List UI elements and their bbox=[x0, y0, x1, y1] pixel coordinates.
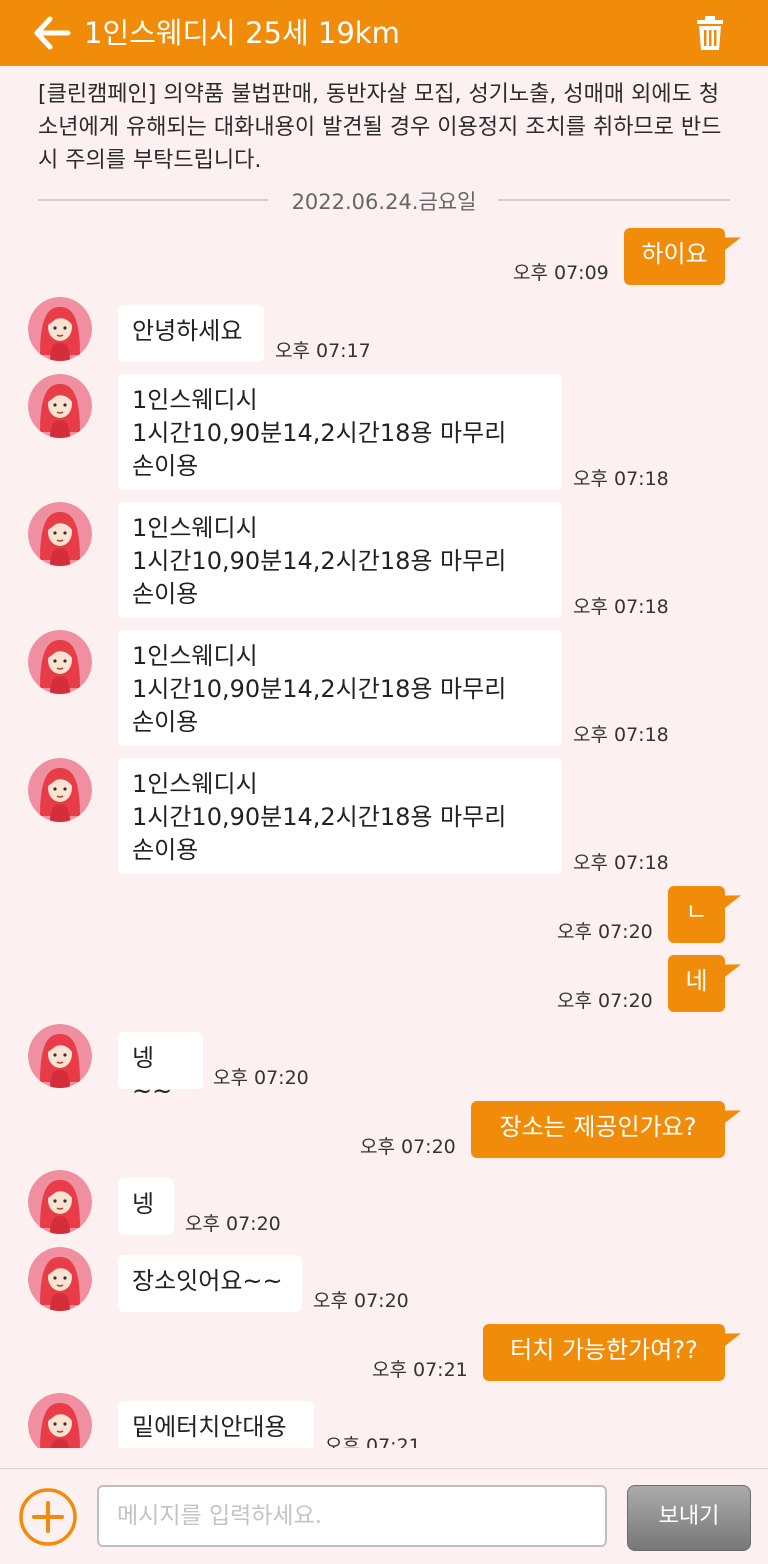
message-bubble-in[interactable]: 장소잇어요~~ bbox=[118, 1255, 302, 1312]
message-bubble-in[interactable]: 넹~~ bbox=[118, 1032, 203, 1105]
avatar[interactable] bbox=[28, 1170, 92, 1234]
message-bubble-out[interactable]: 네 bbox=[668, 955, 725, 1012]
arrow-left-icon bbox=[34, 16, 71, 50]
girl-avatar-icon bbox=[28, 1393, 92, 1448]
avatar[interactable] bbox=[28, 758, 92, 822]
attach-button[interactable] bbox=[18, 1487, 78, 1547]
girl-avatar-icon bbox=[28, 630, 92, 694]
trash-icon bbox=[697, 16, 723, 50]
message-time: 오후 07:20 bbox=[185, 1213, 281, 1235]
message-bubble-in[interactable]: 1인스웨디시 1시간10,90분14,2시간18용 마무리 손이용 bbox=[118, 502, 562, 618]
message-time: 오후 07:09 bbox=[513, 262, 609, 284]
message-bubble-out[interactable]: 하이요 bbox=[624, 228, 725, 285]
girl-avatar-icon bbox=[28, 374, 92, 438]
message-time: 오후 07:21 bbox=[325, 1435, 421, 1448]
message-time: 오후 07:18 bbox=[573, 596, 669, 618]
send-button[interactable]: 보내기 bbox=[627, 1485, 751, 1551]
message-time: 오후 07:18 bbox=[573, 724, 669, 746]
back-button[interactable] bbox=[30, 13, 74, 53]
delete-button[interactable] bbox=[692, 14, 728, 52]
message-bubble-in[interactable]: 1인스웨디시 1시간10,90분14,2시간18용 마무리 손이용 bbox=[118, 758, 562, 874]
message-bubble-in[interactable]: 1인스웨디시 1시간10,90분14,2시간18용 마무리 손이용 bbox=[118, 374, 562, 490]
plus-circle-icon bbox=[19, 1488, 77, 1546]
avatar[interactable] bbox=[28, 1247, 92, 1311]
message-time: 오후 07:20 bbox=[557, 990, 653, 1012]
message-time: 오후 07:18 bbox=[573, 468, 669, 490]
avatar[interactable] bbox=[28, 1393, 92, 1448]
girl-avatar-icon bbox=[28, 1170, 92, 1234]
message-bubble-out[interactable]: 터치 가능한가여?? bbox=[483, 1324, 725, 1381]
message-time: 오후 07:21 bbox=[372, 1359, 468, 1381]
clean-campaign-notice: [클린캠페인] 의약품 불법판매, 동반자살 모집, 성기노출, 성매매 외에도… bbox=[38, 82, 722, 173]
header-bar: 1인스웨디시 25세 19km bbox=[0, 0, 768, 66]
message-time: 오후 07:17 bbox=[275, 340, 371, 362]
avatar[interactable] bbox=[28, 374, 92, 438]
message-time: 오후 07:20 bbox=[213, 1067, 309, 1089]
avatar[interactable] bbox=[28, 630, 92, 694]
message-bubble-in[interactable]: 1인스웨디시 1시간10,90분14,2시간18용 마무리 손이용 bbox=[118, 630, 562, 746]
avatar[interactable] bbox=[28, 297, 92, 361]
girl-avatar-icon bbox=[28, 502, 92, 566]
avatar[interactable] bbox=[28, 1024, 92, 1088]
message-bubble-out[interactable]: 장소는 제공인가요? bbox=[471, 1101, 725, 1158]
girl-avatar-icon bbox=[28, 758, 92, 822]
message-list[interactable]: 하이요 오후 07:09 안녕하세요 오후 07:17 1인스웨디시 1시간10… bbox=[0, 206, 768, 1448]
girl-avatar-icon bbox=[28, 297, 92, 361]
message-bubble-in[interactable]: 안녕하세요 bbox=[118, 305, 264, 362]
message-bubble-in[interactable]: 넹 bbox=[118, 1178, 174, 1235]
message-bubble-out[interactable]: ㄴ bbox=[668, 886, 725, 943]
girl-avatar-icon bbox=[28, 1024, 92, 1088]
message-time: 오후 07:20 bbox=[360, 1136, 456, 1158]
message-input[interactable] bbox=[97, 1485, 607, 1547]
composer-bar: 보내기 bbox=[0, 1468, 768, 1564]
chat-title: 1인스웨디시 25세 19km bbox=[84, 16, 400, 50]
girl-avatar-icon bbox=[28, 1247, 92, 1311]
message-time: 오후 07:20 bbox=[557, 921, 653, 943]
message-bubble-in[interactable]: 밑에터치안대용 bbox=[118, 1401, 314, 1448]
message-time: 오후 07:20 bbox=[313, 1290, 409, 1312]
message-time: 오후 07:18 bbox=[573, 852, 669, 874]
avatar[interactable] bbox=[28, 502, 92, 566]
